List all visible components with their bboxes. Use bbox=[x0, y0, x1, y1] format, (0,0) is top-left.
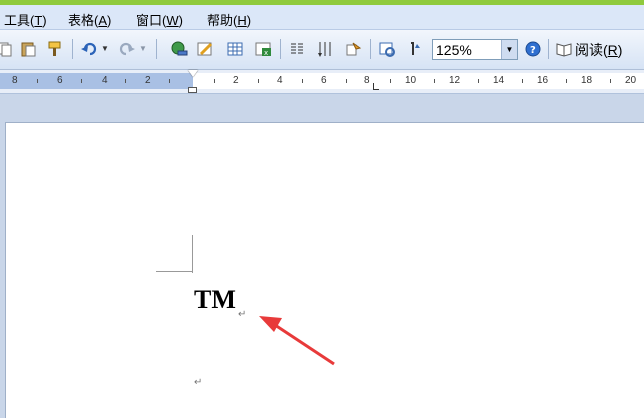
annotation-arrow bbox=[259, 316, 335, 366]
arrow-head bbox=[259, 316, 282, 332]
arrow-shaft bbox=[271, 321, 335, 366]
